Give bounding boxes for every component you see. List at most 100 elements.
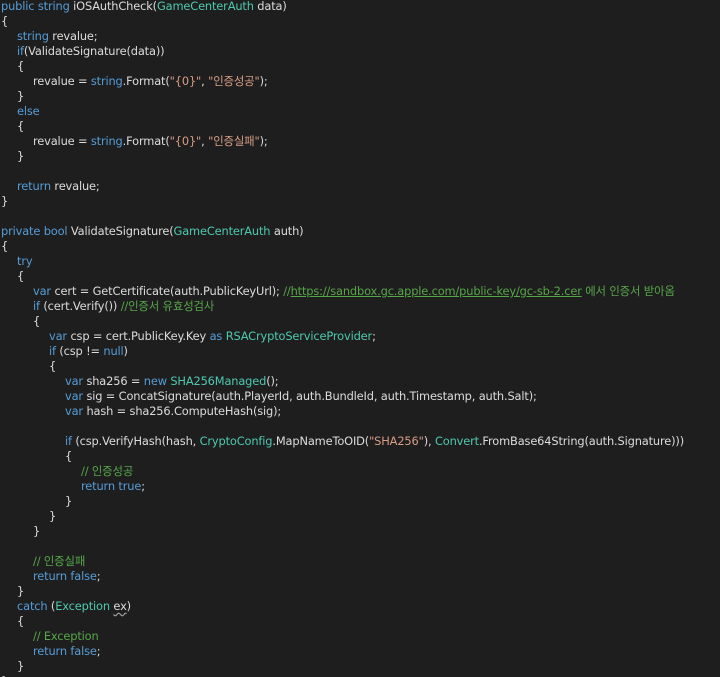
- code-line: {: [1, 14, 8, 29]
- code-line: var cert = GetCertificate(auth.PublicKey…: [33, 284, 675, 299]
- code-text: revalue;: [50, 179, 100, 193]
- code-line: if (csp.VerifyHash(hash, CryptoConfig.Ma…: [65, 434, 684, 449]
- code-text: (cert.Verify()): [39, 299, 121, 313]
- code-line: }: [17, 149, 24, 164]
- comment: // 인증성공: [81, 464, 134, 478]
- type-name: CryptoConfig: [199, 434, 273, 448]
- code-line: revalue = string.Format("{0}", "인증성공");: [33, 74, 268, 89]
- code-text: }: [17, 149, 25, 163]
- code-text: csp = cert.PublicKey.Key: [66, 329, 210, 343]
- code-line: {: [65, 449, 72, 464]
- type-name: Convert: [434, 434, 479, 448]
- keyword: true: [118, 479, 142, 493]
- code-line: if (csp != null): [49, 344, 128, 359]
- keyword: if: [17, 44, 24, 58]
- code-text: iOSAuthCheck(: [69, 0, 157, 13]
- keyword: bool: [43, 224, 68, 238]
- code-text: {: [17, 119, 25, 133]
- type-name: Exception: [55, 599, 110, 613]
- code-line: {: [1, 239, 8, 254]
- keyword: var: [49, 329, 67, 343]
- string-literal: "{0}": [169, 134, 202, 148]
- code-text: .FromBase64String(auth.Signature))): [478, 434, 685, 448]
- code-text: ();: [266, 374, 279, 388]
- keyword: var: [33, 284, 51, 298]
- code-text: cert = GetCertificate(auth.PublicKeyUrl)…: [50, 284, 284, 298]
- keyword: if: [49, 344, 56, 358]
- code-line: else: [17, 104, 40, 119]
- code-line: }: [1, 194, 8, 209]
- code-line: }: [49, 509, 56, 524]
- keyword: var: [65, 374, 83, 388]
- keyword: false: [70, 644, 97, 658]
- code-text: {: [17, 269, 25, 283]
- keyword: string: [17, 29, 49, 43]
- keyword: string: [37, 0, 70, 13]
- keyword: private: [1, 224, 41, 238]
- code-text: sig = ConcatSignature(auth.PlayerId, aut…: [82, 389, 537, 403]
- keyword: var: [65, 404, 83, 418]
- code-line: return false;: [33, 569, 101, 584]
- keyword: try: [17, 254, 33, 268]
- code-line: catch (Exception ex): [17, 599, 131, 614]
- code-line: string revalue;: [17, 29, 98, 44]
- comment-link[interactable]: https://sandbox.gc.apple.com/public-key/…: [291, 284, 582, 298]
- comment: //: [283, 284, 291, 298]
- code-text: (csp.VerifyHash(hash,: [71, 434, 200, 448]
- code-line: public string iOSAuthCheck(GameCenterAut…: [1, 0, 287, 14]
- comment: //인증서 유효성검사: [120, 299, 215, 313]
- code-text: {: [1, 14, 9, 28]
- code-line: {: [17, 614, 24, 629]
- code-text: {: [65, 449, 73, 463]
- keyword: public: [1, 0, 35, 13]
- code-text: }: [33, 524, 41, 538]
- keyword: catch: [17, 599, 48, 613]
- code-text: (csp !=: [55, 344, 104, 358]
- keyword: return: [33, 569, 67, 583]
- keyword: return: [33, 644, 67, 658]
- code-line: }: [17, 89, 24, 104]
- keyword: if: [33, 299, 40, 313]
- code-line: {: [33, 314, 40, 329]
- code-line: try: [17, 254, 33, 269]
- code-text: );: [259, 134, 268, 148]
- comment: 에서 인증서 받아옴: [581, 284, 675, 298]
- keyword: var: [65, 389, 83, 403]
- code-text: ): [123, 344, 128, 358]
- code-text: }: [1, 194, 9, 208]
- type-name: SHA256Managed: [170, 374, 267, 388]
- code-line: {: [17, 119, 24, 134]
- code-text: );: [259, 74, 268, 88]
- string-literal: "인증실패": [208, 134, 260, 148]
- code-text: ValidateSignature(: [67, 224, 174, 238]
- code-text: }: [17, 659, 25, 673]
- code-text: (ValidateSignature(data)): [23, 44, 165, 58]
- keyword: else: [17, 104, 40, 118]
- code-editor[interactable]: public string iOSAuthCheck(GameCenterAut…: [0, 0, 720, 677]
- code-text: {: [49, 359, 57, 373]
- code-line: if(ValidateSignature(data)): [17, 44, 165, 59]
- code-line: }: [17, 584, 24, 599]
- code-text: ;: [141, 479, 145, 493]
- code-line: }: [17, 659, 24, 674]
- keyword: false: [70, 569, 97, 583]
- code-text: {: [33, 314, 41, 328]
- code-text: ;: [96, 644, 101, 658]
- code-line: return false;: [33, 644, 101, 659]
- string-literal: "인증성공": [208, 74, 260, 88]
- string-literal: "{0}": [169, 74, 202, 88]
- code-text: {: [17, 614, 25, 628]
- code-text: .MapNameToOID(: [272, 434, 370, 448]
- code-text: data): [253, 0, 287, 13]
- code-line: var sha256 = new SHA256Managed();: [65, 374, 279, 389]
- code-line: }: [33, 524, 40, 539]
- code-line: if (cert.Verify()) //인증서 유효성검사: [33, 299, 214, 314]
- identifier: ex: [113, 599, 127, 613]
- keyword: return: [17, 179, 51, 193]
- code-line: }: [65, 494, 72, 509]
- keyword: return: [81, 479, 115, 493]
- keyword: null: [103, 344, 124, 358]
- code-line: {: [49, 359, 56, 374]
- string-literal: "SHA256": [369, 434, 424, 448]
- code-line: var sig = ConcatSignature(auth.PlayerId,…: [65, 389, 537, 404]
